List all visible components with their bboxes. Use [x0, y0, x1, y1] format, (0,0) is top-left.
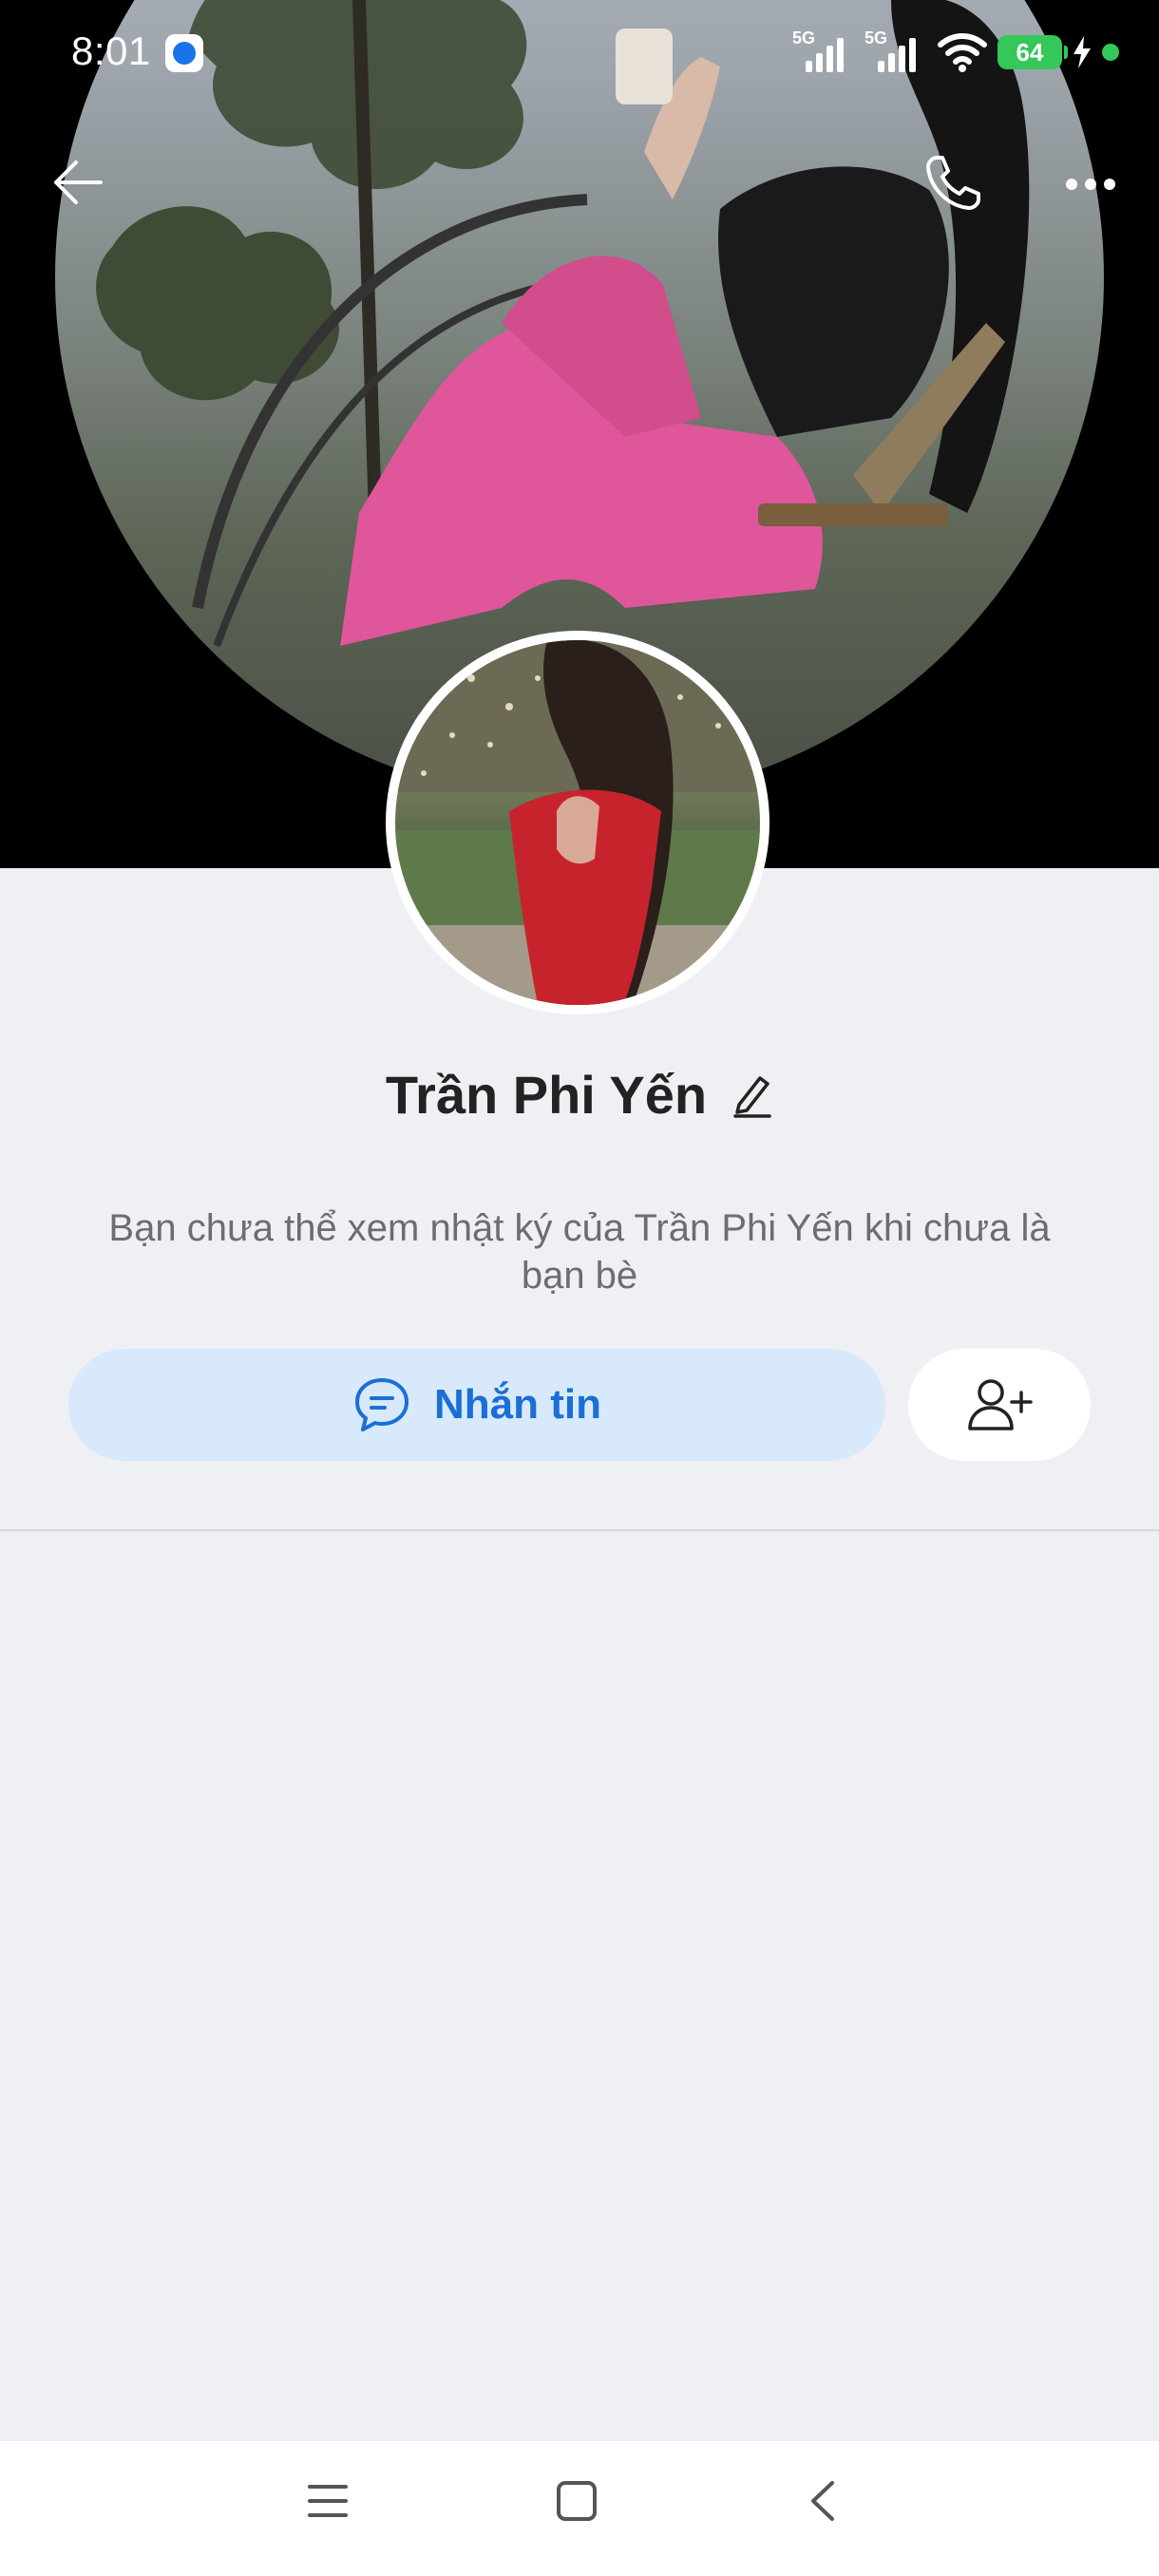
recent-apps-button[interactable]: [306, 2479, 350, 2528]
privacy-indicator-dot: [1102, 44, 1119, 61]
pencil-icon[interactable]: [732, 1072, 773, 1118]
section-divider: [0, 1529, 1159, 1531]
arrow-left-icon: [54, 161, 103, 204]
more-horizontal-icon: [1066, 179, 1115, 190]
status-bar: 8:01 5G 5G 64: [0, 0, 1159, 106]
system-back-button[interactable]: [802, 2479, 846, 2528]
profile-avatar[interactable]: [386, 631, 770, 1014]
back-button[interactable]: [49, 154, 106, 216]
status-icons: 5G 5G 64: [792, 28, 1119, 76]
avatar-image: [395, 640, 760, 1005]
square-icon: [557, 2481, 597, 2521]
chat-bubble-icon: [355, 1378, 408, 1431]
message-button-label: Nhắn tin: [434, 1381, 601, 1428]
charging-icon: [1074, 36, 1091, 68]
signal-5g-icon: 5G: [864, 28, 927, 76]
avatar-photo: [395, 640, 760, 1005]
add-friend-button[interactable]: [908, 1349, 1091, 1461]
more-button[interactable]: [1064, 163, 1117, 210]
menu-icon: [308, 2485, 348, 2517]
status-time: 8:01: [71, 28, 151, 73]
diary-privacy-notice: Bạn chưa thể xem nhật ký của Trần Phi Yế…: [108, 1207, 1051, 1297]
message-button[interactable]: Nhắn tin: [68, 1349, 885, 1461]
signal-5g-icon: 5G: [792, 28, 855, 76]
wifi-icon: [938, 33, 987, 72]
profile-name: Trần Phi Yến: [385, 1065, 708, 1125]
chevron-left-icon: [811, 2481, 834, 2521]
battery-indicator: 64: [998, 35, 1068, 69]
app-notification-icon: [165, 34, 203, 72]
call-button[interactable]: [923, 152, 984, 218]
phone-icon: [926, 156, 980, 210]
user-plus-icon: [968, 1379, 1033, 1430]
profile-name-row: Trần Phi Yến: [0, 1064, 1159, 1126]
system-navigation-bar: [0, 2441, 1159, 2576]
home-button[interactable]: [555, 2479, 598, 2528]
